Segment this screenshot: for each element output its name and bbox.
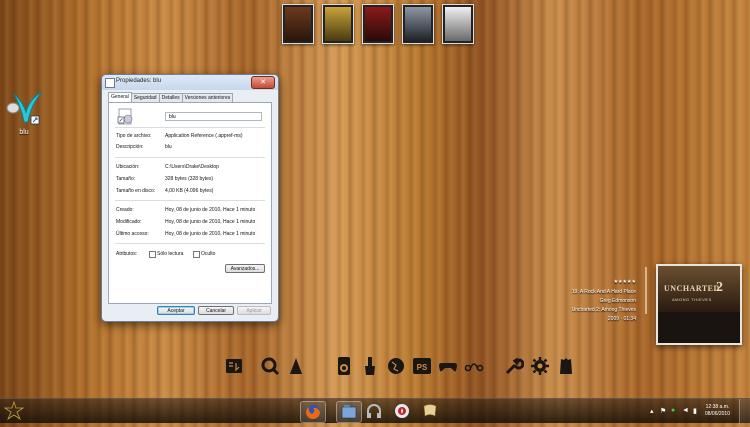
firefox-taskbar-button[interactable]: [300, 401, 326, 423]
apply-button[interactable]: Aplicar: [237, 306, 271, 315]
tab-previous-versions[interactable]: Versiones anteriores: [181, 93, 234, 102]
separator: [115, 127, 265, 128]
photoshop-icon[interactable]: PS: [412, 356, 432, 376]
globe-icon[interactable]: [386, 356, 406, 376]
network-status-icon[interactable]: ▮: [693, 407, 697, 415]
accessed-label: Último acceso:: [116, 231, 149, 237]
file-type-value: Application Reference (.appref-ms): [165, 133, 243, 139]
ok-button[interactable]: Aceptar: [157, 306, 195, 315]
gamepad-icon[interactable]: [438, 356, 458, 376]
notes-icon[interactable]: [224, 356, 244, 376]
close-button[interactable]: ✕: [251, 76, 275, 89]
clock-time: 12:38 a.m.: [705, 404, 730, 410]
game-shortcut-4[interactable]: [402, 4, 434, 44]
advanced-button[interactable]: Avanzados...: [225, 264, 265, 273]
show-desktop-button[interactable]: [739, 399, 750, 423]
game-shortcut-1[interactable]: [282, 4, 314, 44]
paint-brush-icon[interactable]: [360, 356, 380, 376]
hidden-label: Oculto: [201, 251, 216, 257]
system-clock[interactable]: 12:38 a.m. 08/06/2010: [705, 404, 730, 418]
readonly-checkbox[interactable]: [149, 251, 156, 258]
cover-subtitle: AMONG THIEVES: [672, 297, 712, 302]
headphones-icon: [367, 404, 381, 418]
desktop-icon-label: blu: [19, 129, 29, 136]
general-panel: blu Tipo de archivo: Application Referen…: [108, 102, 272, 304]
track-rating[interactable]: ★★★★★: [614, 279, 636, 285]
cancel-button[interactable]: Cancelar: [198, 306, 234, 315]
clock-date: 08/06/2010: [704, 411, 730, 417]
flag-icon[interactable]: ⚑: [660, 407, 666, 415]
cover-number: 2: [716, 280, 723, 295]
file-type-label: Tipo de archivo:: [116, 133, 152, 139]
size-value: 328 bytes (328 bytes): [165, 176, 214, 182]
start-orb-icon: [3, 400, 25, 421]
track-progress-bar[interactable]: [645, 267, 647, 314]
game-shortcut-3[interactable]: [362, 4, 394, 44]
file-type-icon: [117, 108, 133, 125]
badge-icon: [395, 404, 409, 418]
paper-taskbar-button[interactable]: [420, 401, 440, 421]
track-album: Uncharted 2: Among Thieves: [571, 307, 636, 313]
size-label: Tamaño:: [116, 176, 136, 182]
network-icon[interactable]: [464, 356, 484, 376]
track-artist: Greg Edmonson: [599, 298, 636, 304]
album-cover[interactable]: UNCHARTED 2 AMONG THIEVES: [656, 264, 742, 345]
separator: [115, 157, 265, 158]
separator: [115, 200, 265, 201]
accessed-value: Hoy, 08 de junio de 2010, Hace 1 minuto: [165, 231, 256, 237]
badge-taskbar-button[interactable]: [392, 401, 412, 421]
photoshop-label: PS: [417, 363, 428, 372]
firefox-icon: [306, 405, 320, 419]
description-label: Descripción:: [116, 144, 144, 150]
description-value: blu: [165, 144, 172, 150]
headphones-taskbar-button[interactable]: [364, 401, 384, 421]
file-name-field[interactable]: blu: [165, 112, 262, 121]
cover-title: UNCHARTED: [664, 284, 720, 293]
tab-general[interactable]: General: [108, 92, 132, 102]
modified-value: Hoy, 08 de junio de 2010, Hace 1 minuto: [165, 219, 256, 225]
tab-details[interactable]: Detalles: [158, 93, 183, 102]
status-green-icon[interactable]: ●: [671, 407, 675, 414]
location-label: Ubicación:: [116, 164, 140, 170]
tray-expand-icon[interactable]: ▴: [650, 407, 654, 415]
speaker-volume-icon[interactable]: ◄: [682, 407, 689, 414]
speaker-icon[interactable]: [334, 356, 354, 376]
game-shortcut-2[interactable]: [322, 4, 354, 44]
tab-security[interactable]: Seguridad: [130, 93, 160, 102]
start-button[interactable]: [3, 400, 25, 421]
size-on-disk-label: Tamaño en disco:: [116, 188, 156, 194]
dialog-tabs: General Seguridad Detalles Versiones ant…: [108, 92, 234, 102]
dock: PS: [224, 356, 582, 376]
explorer-taskbar-button[interactable]: [336, 401, 362, 423]
dialog-titlebar[interactable]: Propiedades: blu ✕: [102, 75, 278, 90]
separator: [115, 243, 265, 244]
created-label: Creado:: [116, 207, 134, 213]
file-icon: [105, 78, 115, 88]
attributes-label: Atributos:: [116, 251, 138, 257]
properties-dialog: Propiedades: blu ✕ General Seguridad Det…: [101, 74, 279, 322]
wrench-icon[interactable]: [504, 356, 525, 376]
vlc-icon[interactable]: [286, 356, 306, 376]
desktop-shortcut-blu[interactable]: blu: [4, 86, 44, 138]
readonly-label: Sólo lectura: [157, 251, 184, 257]
track-title: 19. A Rock And A Hard Place: [571, 289, 636, 295]
taskbar: ▴ ⚑ ● ◄ ▮ 12:38 a.m. 08/06/2010: [0, 398, 750, 423]
size-on-disk-value: 4,00 KB (4.096 bytes): [165, 188, 214, 194]
modified-label: Modificado:: [116, 219, 142, 225]
track-year-time: 2009 · 01:34: [607, 316, 636, 322]
dialog-title: Propiedades: blu: [116, 78, 162, 84]
created-value: Hoy, 08 de junio de 2010, Hace 1 minuto: [165, 207, 256, 213]
recycle-bin-icon[interactable]: [556, 356, 576, 376]
game-shortcut-5[interactable]: [442, 4, 474, 44]
explorer-icon: [341, 405, 357, 419]
location-value: C:\Users\Drake\Desktop: [165, 164, 219, 170]
parchment-icon: [423, 404, 437, 417]
hidden-checkbox[interactable]: [193, 251, 200, 258]
blu-app-icon: [6, 91, 43, 125]
gear-icon[interactable]: [530, 356, 550, 376]
search-icon[interactable]: [260, 356, 280, 376]
